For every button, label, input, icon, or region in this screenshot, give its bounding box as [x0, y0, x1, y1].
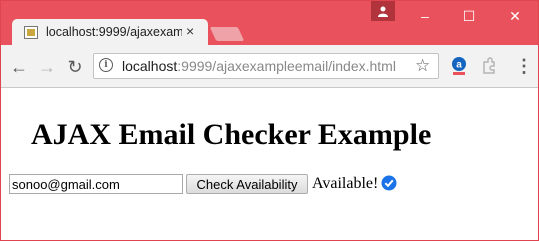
page-content: AJAX Email Checker Example Check Availab… [1, 88, 538, 240]
svg-text:a: a [456, 60, 462, 71]
star-icon[interactable]: ☆ [415, 56, 430, 76]
browser-toolbar: ← → ↻ i localhost:9999/ajaxexampleemail/… [1, 45, 538, 88]
tab-close-icon[interactable]: × [186, 23, 194, 39]
maximize-button[interactable]: ☐ [447, 1, 491, 31]
email-field[interactable] [9, 174, 183, 194]
page-favicon-icon [24, 26, 38, 39]
extension-puzzle-icon[interactable] [479, 56, 499, 76]
browser-window: localhost:9999/ajaxexample × – ☐ ✕ ← → ↻… [0, 0, 539, 241]
minimize-button[interactable]: – [403, 1, 447, 31]
availability-status: Available! [312, 175, 379, 192]
more-vert-icon[interactable]: ⋮ [515, 57, 533, 77]
address-bar[interactable]: i localhost:9999/ajaxexampleemail/index.… [93, 53, 439, 79]
tab-title: localhost:9999/ajaxexample [46, 25, 182, 39]
check-circle-icon [381, 175, 397, 191]
profile-button[interactable] [371, 1, 395, 21]
close-window-button[interactable]: ✕ [493, 1, 537, 31]
title-bar: localhost:9999/ajaxexample × – ☐ ✕ [1, 1, 538, 45]
browser-tab[interactable]: localhost:9999/ajaxexample × [12, 19, 208, 45]
url-text[interactable]: localhost:9999/ajaxexampleemail/index.ht… [122, 58, 396, 75]
new-tab-button[interactable] [209, 27, 245, 41]
extension-amazon-icon[interactable]: a [449, 56, 469, 76]
url-host: localhost [122, 58, 178, 74]
reload-button[interactable]: ↻ [65, 57, 85, 77]
forward-button[interactable]: → [37, 57, 57, 77]
back-button[interactable]: ← [9, 57, 29, 77]
url-path: :9999/ajaxexampleemail/index.html [177, 58, 396, 74]
profile-icon [378, 6, 388, 17]
page-title: AJAX Email Checker Example [31, 118, 432, 151]
check-availability-button[interactable]: Check Availability [186, 174, 308, 194]
info-icon[interactable]: i [99, 58, 113, 72]
